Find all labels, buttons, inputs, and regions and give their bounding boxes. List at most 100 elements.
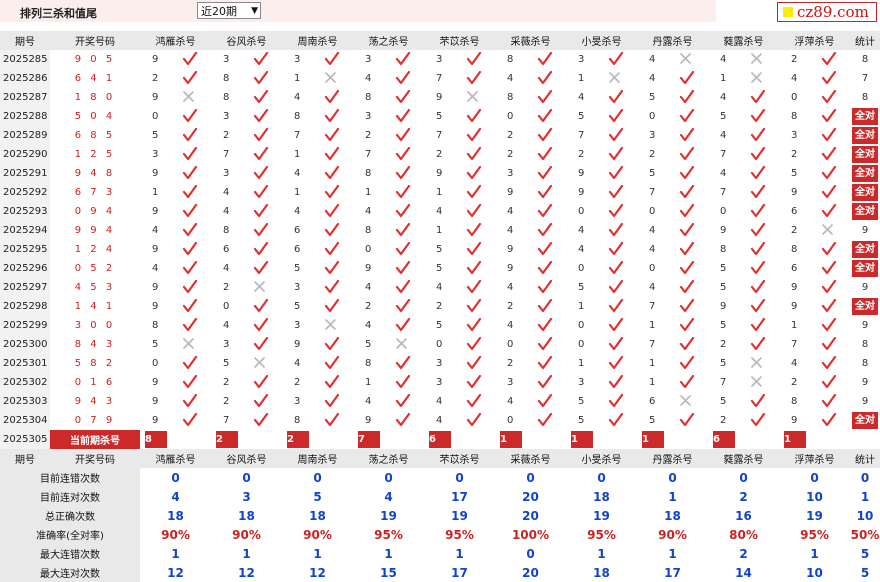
check-icon [253, 108, 269, 126]
column-header-label: 蕤露杀号 [723, 37, 764, 48]
column-header-label: 统计 [855, 37, 875, 48]
summary-value-cell: 0 [353, 468, 424, 487]
table-row: 2025302 0 1 6 9 2 2 1 3 3 3 1 7 2 9 [0, 373, 880, 392]
column-header: 周南杀号 [282, 31, 353, 50]
kill-cell: 3 [495, 164, 566, 183]
kill-number: 2 [791, 149, 798, 160]
summary-value: 17 [664, 565, 681, 580]
draw-number: 1 8 0 [74, 92, 116, 103]
kill-cell: 8 [495, 50, 566, 69]
kill-cell: 1 [353, 373, 424, 392]
summary-value-cell: 3 [211, 487, 282, 506]
check-icon [395, 127, 411, 145]
check-icon [466, 241, 482, 259]
stat-cell: 8 [850, 50, 880, 69]
kill-cell: 9 [140, 373, 211, 392]
kill-number: 3 [152, 149, 159, 160]
check-icon [253, 89, 269, 107]
summary-value-cell: 0 [708, 468, 779, 487]
kill-number: 4 [791, 73, 798, 84]
stat-value: 8 [861, 54, 869, 65]
check-icon [608, 89, 624, 107]
period-cell: 2025296 [0, 259, 50, 278]
check-icon [182, 108, 198, 126]
kill-cell: 4 [140, 259, 211, 278]
column-header-label: 鸿雁杀号 [155, 37, 196, 48]
kill-number: 7 [436, 130, 443, 141]
stat-value: 9 [861, 396, 869, 407]
all-correct-badge: 全对 [852, 165, 878, 182]
check-icon [608, 203, 624, 221]
check-icon [466, 127, 482, 145]
check-icon [182, 184, 198, 202]
cross-icon [679, 394, 692, 410]
current-kill-cell: 1 [637, 430, 708, 449]
summary-value: 1 [597, 546, 606, 561]
kill-number: 9 [720, 225, 727, 236]
column-header: 统计 [850, 31, 880, 50]
kill-cell: 3 [140, 145, 211, 164]
period-number: 2025292 [3, 187, 48, 198]
kill-number: 2 [507, 301, 514, 312]
summary-value: 12 [238, 565, 255, 580]
stat-cell: 全对 [850, 297, 880, 316]
kill-number: 5 [720, 358, 727, 369]
summary-value-cell: 10 [850, 506, 880, 525]
draw-number-cell: 6 4 1 [50, 69, 140, 88]
summary-row: 目前连错次数 0 0 0 0 0 0 0 0 0 0 0 [0, 468, 880, 487]
check-icon [324, 51, 340, 69]
summary-value-cell: 17 [424, 487, 495, 506]
kill-number: 0 [720, 206, 727, 217]
summary-value: 0 [597, 470, 606, 485]
kill-number: 4 [578, 225, 585, 236]
period-number: 2025300 [3, 339, 48, 350]
summary-value-cell: 5 [850, 544, 880, 563]
kill-cell: 4 [495, 202, 566, 221]
summary-value: 19 [593, 508, 610, 523]
stat-cell: 9 [850, 221, 880, 240]
kill-cell: 0 [353, 240, 424, 259]
check-icon [253, 260, 269, 278]
column-header-label: 丹露杀号 [652, 37, 693, 48]
site-logo[interactable]: cz89.com [777, 2, 877, 22]
check-icon [253, 51, 269, 69]
kill-cell: 5 [566, 392, 637, 411]
summary-value-cell: 18 [211, 506, 282, 525]
check-icon [182, 412, 198, 430]
check-icon [182, 298, 198, 316]
summary-label-cell: 最大连对次数 [0, 563, 140, 582]
summary-value-cell: 18 [140, 506, 211, 525]
check-icon [608, 393, 624, 411]
draw-number: 0 5 2 [74, 263, 116, 274]
check-icon [537, 279, 553, 297]
current-period-row: 2025305 当前期杀号 8 2 2 7 6 1 1 1 6 1 [0, 430, 880, 449]
check-icon [608, 51, 624, 69]
kill-number: 9 [152, 244, 159, 255]
column-header: 期号 [0, 31, 50, 50]
kill-cell: 5 [708, 316, 779, 335]
summary-value: 1 [171, 546, 180, 561]
stat-cell: 9 [850, 392, 880, 411]
table-row: 2025300 8 4 3 5 3 9 5 0 0 0 7 2 7 8 [0, 335, 880, 354]
summary-value-cell: 20 [495, 506, 566, 525]
kill-cell: 8 [353, 354, 424, 373]
period-select[interactable]: 近20期 ▼ [197, 2, 261, 19]
check-icon [395, 298, 411, 316]
check-icon [395, 317, 411, 335]
stat-cell: 全对 [850, 164, 880, 183]
summary-value: 0 [171, 470, 180, 485]
check-icon [537, 70, 553, 88]
period-cell: 2025304 [0, 411, 50, 430]
all-correct-badge: 全对 [852, 298, 878, 315]
kill-number: 5 [436, 263, 443, 274]
summary-value-cell: 1 [850, 487, 880, 506]
summary-value: 2 [739, 489, 748, 504]
summary-value: 80% [729, 527, 758, 542]
kill-number: 8 [294, 415, 301, 426]
kill-number: 1 [578, 358, 585, 369]
check-icon [466, 260, 482, 278]
check-icon [750, 279, 766, 297]
period-cell: 2025285 [0, 50, 50, 69]
kill-cell: 8 [282, 107, 353, 126]
all-correct-badge: 全对 [852, 203, 878, 220]
